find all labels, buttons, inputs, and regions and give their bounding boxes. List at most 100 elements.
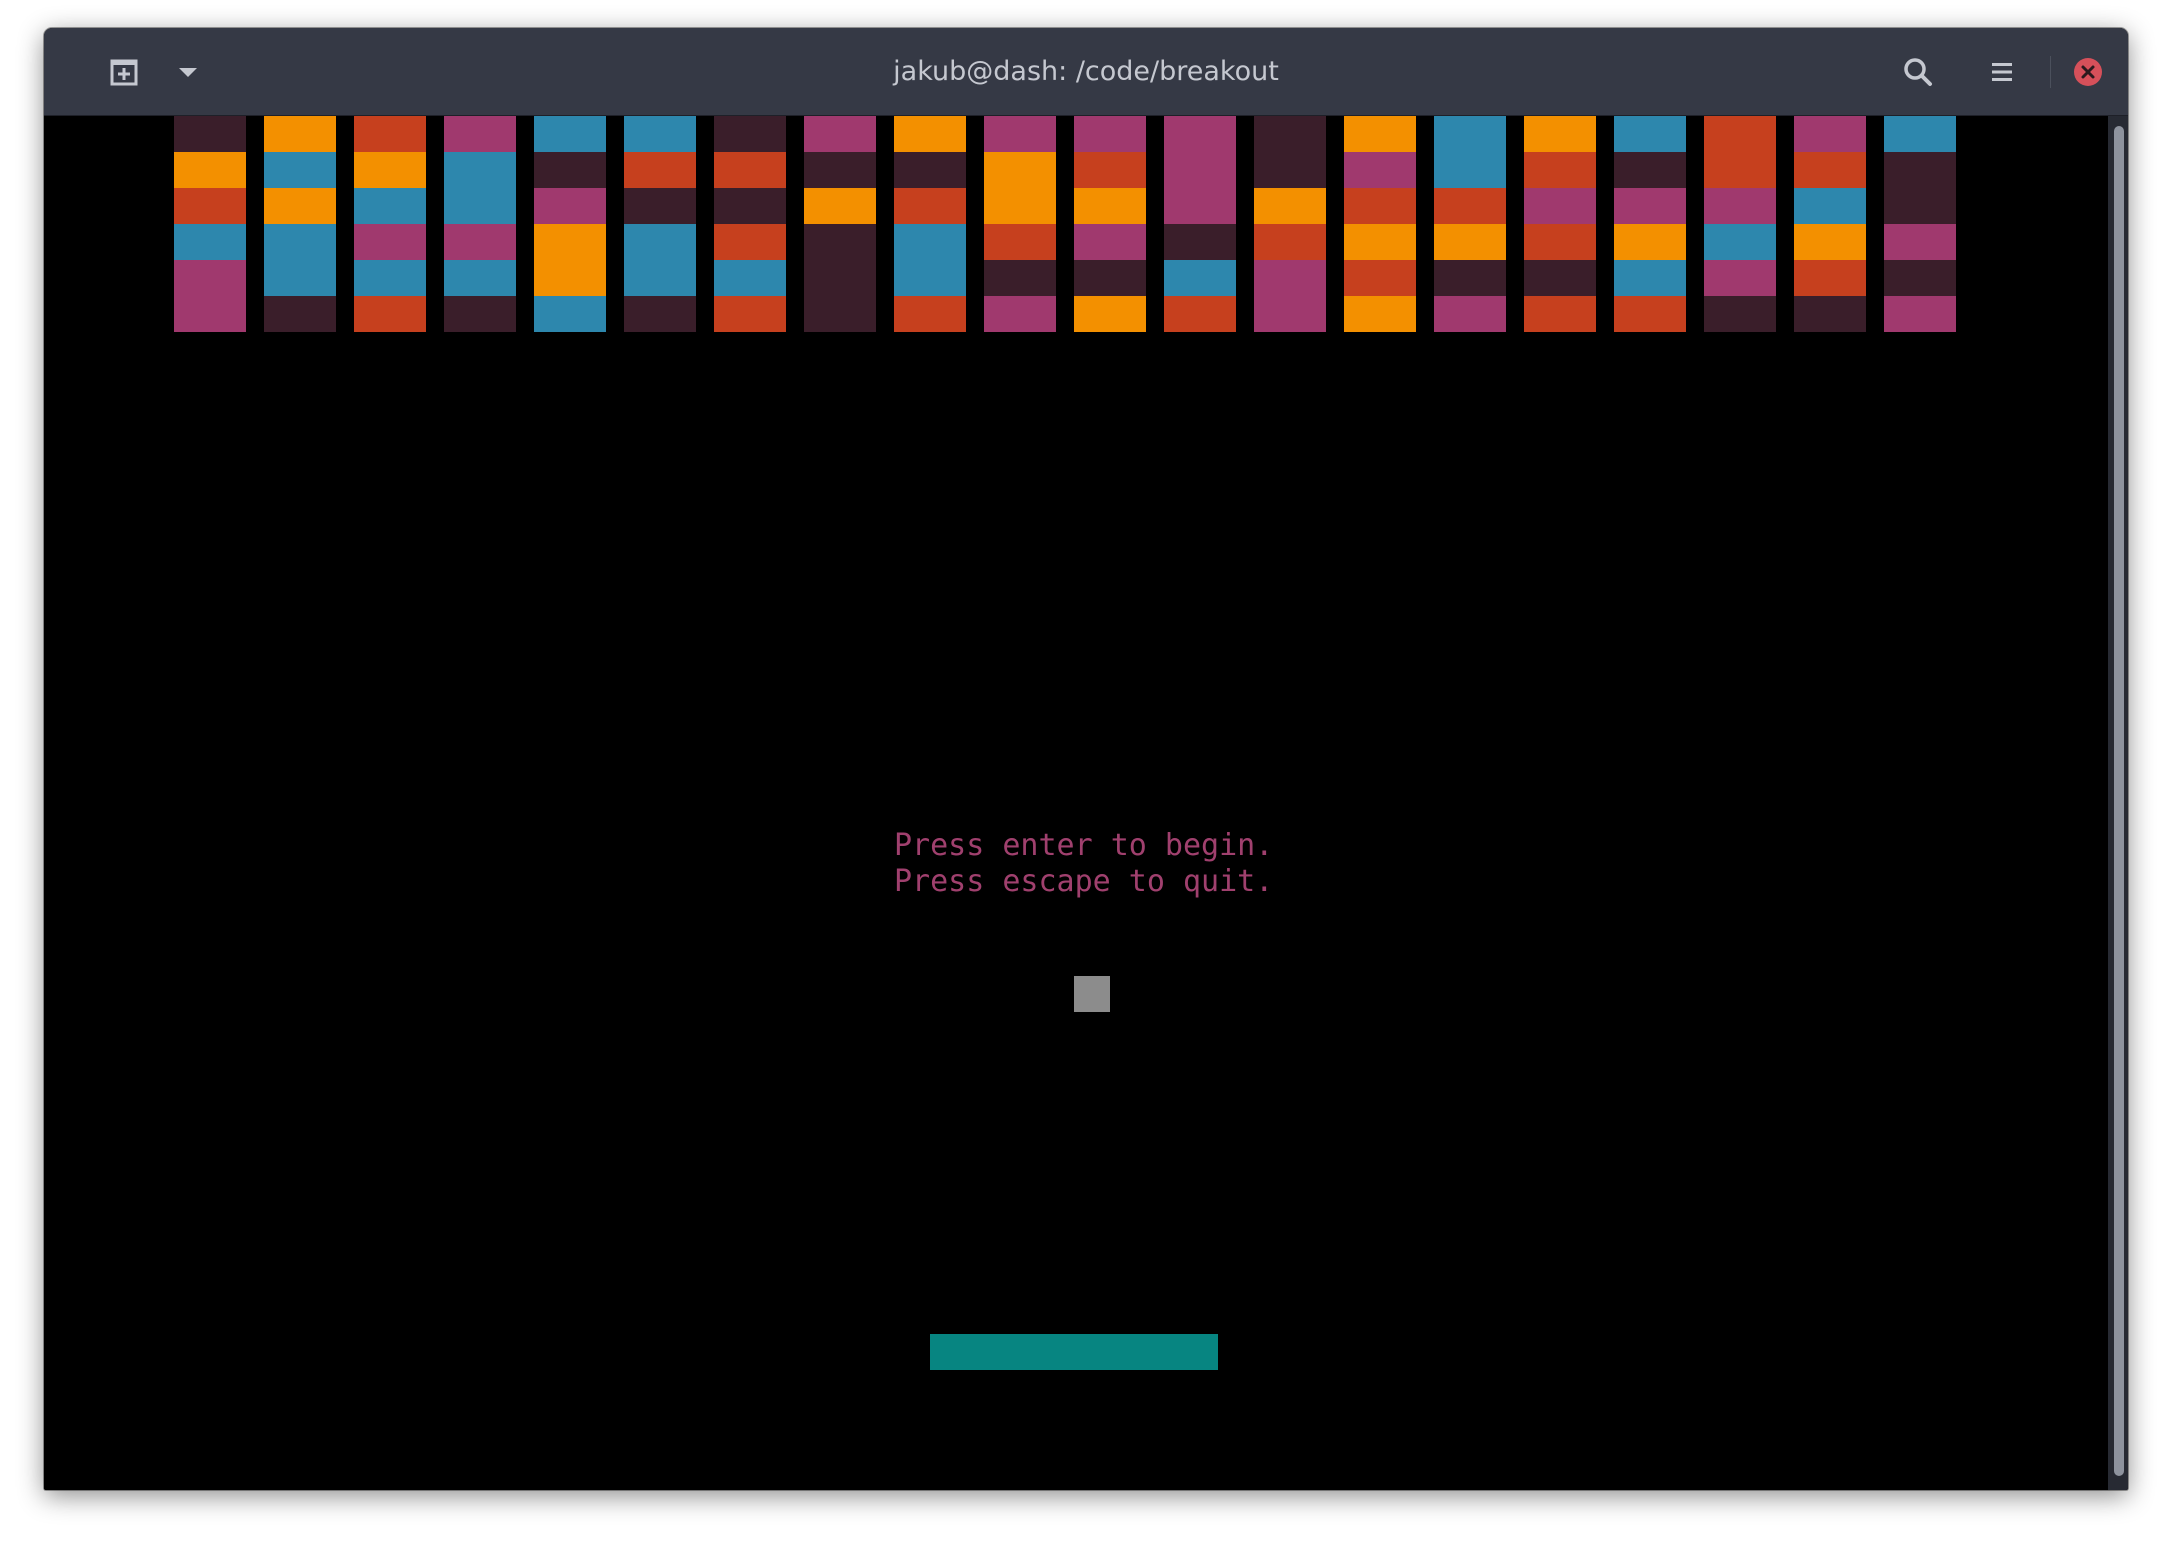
brick [264,224,336,260]
brick [804,152,876,188]
menu-button[interactable] [1974,44,2030,100]
brick [444,260,516,296]
brick [1614,260,1686,296]
brick [1524,296,1596,332]
brick [714,188,786,224]
brick-column [1434,116,1506,332]
brick-column [1254,116,1326,332]
brick [894,188,966,224]
new-tab-dropdown-button[interactable] [160,44,216,100]
brick [444,116,516,152]
brick [534,116,606,152]
brick [1884,116,1956,152]
brick [1164,260,1236,296]
brick [174,296,246,332]
ball [1074,976,1110,1012]
brick [714,296,786,332]
brick [1434,260,1506,296]
brick [1434,188,1506,224]
brick [714,152,786,188]
brick [1434,224,1506,260]
brick [264,116,336,152]
brick [984,296,1056,332]
message-line-begin: Press enter to begin. [894,828,1274,863]
brick-column [1704,116,1776,332]
brick [534,188,606,224]
close-button[interactable] [2060,44,2116,100]
brick [1074,260,1146,296]
brick [894,224,966,260]
brick [534,296,606,332]
brick-column [534,116,606,332]
scrollbar-thumb[interactable] [2114,126,2124,1476]
search-button[interactable] [1890,44,1946,100]
brick [984,188,1056,224]
brick [894,152,966,188]
brick [354,296,426,332]
paddle [930,1334,1218,1370]
brick [444,224,516,260]
brick-column [444,116,516,332]
brick [1254,116,1326,152]
brick [1884,152,1956,188]
brick [1884,188,1956,224]
brick [1524,116,1596,152]
new-tab-icon [110,59,138,86]
terminal-viewport[interactable]: Press enter to begin. Press escape to qui… [44,116,2108,1490]
terminal-window: jakub@dash: /code/breakout Press enter t… [44,28,2128,1490]
brick [1254,152,1326,188]
brick [1344,188,1416,224]
brick [354,224,426,260]
brick [264,296,336,332]
brick [1074,224,1146,260]
brick [1254,296,1326,332]
brick [354,152,426,188]
brick [1614,152,1686,188]
brick [174,224,246,260]
new-tab-button[interactable] [96,44,152,100]
brick-column [984,116,1056,332]
brick [1344,296,1416,332]
brick [1704,188,1776,224]
hamburger-menu-icon [1992,63,2012,81]
brick-column [1524,116,1596,332]
brick [804,260,876,296]
brick [1524,224,1596,260]
brick [1704,296,1776,332]
brick [894,260,966,296]
brick [444,188,516,224]
brick [174,152,246,188]
close-icon [2074,58,2102,86]
brick [624,224,696,260]
brick [804,224,876,260]
brick [984,224,1056,260]
brick [1164,188,1236,224]
window-title: jakub@dash: /code/breakout [893,56,1279,87]
brick [264,260,336,296]
brick [1704,260,1776,296]
brick [534,260,606,296]
brick [1884,260,1956,296]
brick [624,296,696,332]
scrollbar[interactable] [2108,116,2128,1490]
brick [354,260,426,296]
brick [1524,152,1596,188]
brick-column [264,116,336,332]
brick [1074,116,1146,152]
brick [1074,296,1146,332]
brick [1254,260,1326,296]
chevron-down-icon [179,68,197,77]
brick [1074,152,1146,188]
message-line-quit: Press escape to quit. [894,864,1274,899]
brick [1614,116,1686,152]
brick [1434,152,1506,188]
brick [1704,224,1776,260]
brick [1524,188,1596,224]
brick-column [174,116,246,332]
brick [1794,188,1866,224]
brick [804,296,876,332]
brick [444,296,516,332]
brick [624,116,696,152]
brick [984,152,1056,188]
brick-column [624,116,696,332]
